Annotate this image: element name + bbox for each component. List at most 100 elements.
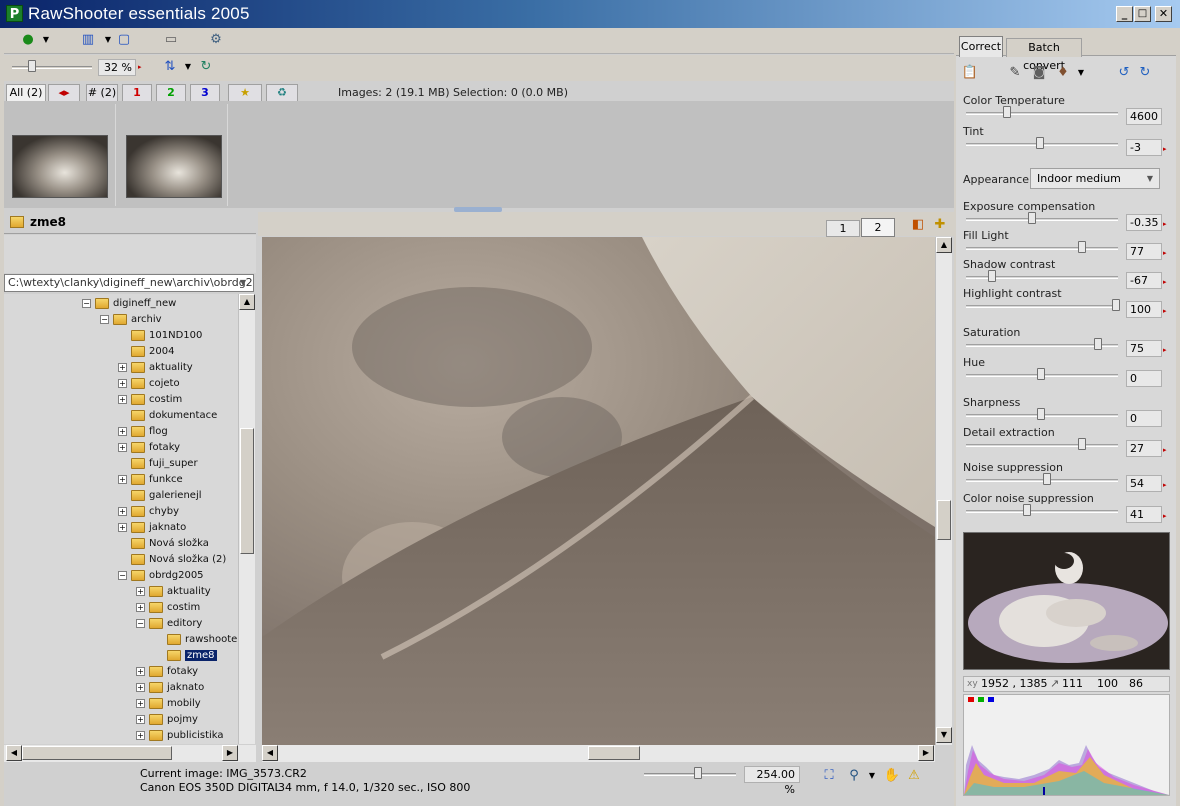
chevron-down-icon[interactable]: ▼ [178, 57, 198, 77]
layout-single-icon[interactable]: ▢ [114, 30, 134, 50]
slider-value[interactable]: -0.35 [1126, 214, 1162, 231]
tree-node[interactable]: + aktuality [118, 360, 193, 376]
tree-node[interactable]: 2004 [118, 344, 174, 360]
tree-node[interactable]: − archiv [100, 312, 162, 328]
settings-icon[interactable]: ⚙ [206, 30, 226, 50]
slider-value[interactable]: 0 [1126, 410, 1162, 427]
slider-value[interactable]: 0 [1126, 370, 1162, 387]
reset-arrow-icon[interactable]: ▸ [1163, 446, 1167, 454]
filter-tab-3[interactable]: 3 [190, 84, 220, 101]
warning-icon[interactable]: ⚠ [904, 766, 924, 786]
reset-arrow-icon[interactable]: ▸ [1163, 278, 1167, 286]
refresh-icon[interactable]: ↻ [196, 57, 216, 77]
expand-icon[interactable]: + [136, 698, 145, 708]
reset-arrow-icon[interactable]: ▸ [1163, 249, 1167, 257]
slider-value[interactable]: 41 [1126, 506, 1162, 523]
expand-icon[interactable]: + [136, 666, 145, 676]
zoom-value[interactable]: 32 % [98, 59, 136, 76]
slideshow-icon[interactable]: ▭ [161, 30, 181, 50]
blue-channel-toggle[interactable] [988, 697, 994, 702]
tree-node[interactable]: + jaknato [136, 680, 204, 696]
tree-node[interactable]: − digineff_new [82, 296, 176, 312]
tree-node[interactable]: 101ND100 [118, 328, 202, 344]
maximize-button[interactable]: □ [1134, 6, 1151, 22]
filter-tab-star[interactable]: ★ [228, 84, 262, 101]
sort-icon[interactable]: ⇅ [160, 57, 180, 77]
filter-tab-2[interactable]: 2 [156, 84, 186, 101]
filter-tab-numbered[interactable]: # (2) [86, 84, 118, 101]
expand-icon[interactable]: + [118, 394, 127, 404]
red-channel-toggle[interactable] [968, 697, 974, 702]
close-button[interactable]: ✕ [1155, 6, 1172, 22]
magnifier-icon[interactable]: ⚲ [844, 766, 864, 786]
tree-node[interactable]: + publicistika [136, 728, 224, 744]
zoom-slider-handle[interactable] [694, 767, 702, 779]
tree-node[interactable]: + costim [118, 392, 182, 408]
preview-horizontal-scrollbar[interactable]: ◀ ▶ [262, 745, 935, 762]
slider-value[interactable]: 27 [1126, 440, 1162, 457]
tree-node[interactable]: + chyby [118, 504, 179, 520]
slider-track[interactable] [966, 247, 1118, 250]
green-channel-toggle[interactable] [978, 697, 984, 702]
scroll-thumb[interactable] [588, 746, 640, 760]
scroll-up-button[interactable]: ▲ [936, 237, 952, 253]
expand-icon[interactable]: + [118, 362, 127, 372]
zoom-percent[interactable]: 254.00 % [744, 766, 800, 796]
slider-handle[interactable] [1037, 408, 1045, 420]
tree-node[interactable]: + funkce [118, 472, 183, 488]
slider-value[interactable]: 4600 [1126, 108, 1162, 125]
collapse-icon[interactable]: − [82, 298, 91, 308]
slider-track[interactable] [966, 112, 1118, 115]
expand-icon[interactable]: + [136, 602, 145, 612]
slider-handle[interactable] [1043, 473, 1051, 485]
expand-icon[interactable]: + [118, 506, 127, 516]
zoom-arrow-icon[interactable]: ▸ [138, 63, 142, 71]
chevron-down-icon[interactable]: ▼ [240, 278, 246, 287]
tree-node[interactable]: + costim [136, 600, 200, 616]
tree-node[interactable]: + aktuality [136, 584, 211, 600]
help-icon[interactable]: ● [18, 30, 38, 50]
tree-node[interactable]: zme8 [154, 648, 217, 664]
slider-handle[interactable] [1078, 438, 1086, 450]
collapse-icon[interactable]: − [100, 314, 109, 324]
tree-node[interactable]: + mobily [136, 696, 201, 712]
tree-node[interactable]: + fotaky [118, 440, 180, 456]
tree-node[interactable]: + fotaky [136, 664, 198, 680]
chevron-down-icon[interactable]: ▼ [1142, 171, 1158, 186]
slider-handle[interactable] [988, 270, 996, 282]
collapse-icon[interactable]: − [136, 618, 145, 628]
tree-node[interactable]: rawshoote [154, 632, 237, 648]
expand-icon[interactable]: + [118, 426, 127, 436]
view-tab-2[interactable]: 2 [861, 218, 895, 237]
expand-icon[interactable]: + [118, 522, 127, 532]
slider-handle[interactable] [1003, 106, 1011, 118]
thumbnail-image[interactable] [12, 135, 108, 198]
scroll-thumb[interactable] [22, 746, 172, 760]
rotate-left-icon[interactable]: ↺ [1114, 63, 1134, 83]
tree-node[interactable]: Nová složka [118, 536, 209, 552]
tab-correct[interactable]: Correct [959, 36, 1003, 57]
expand-icon[interactable]: + [118, 474, 127, 484]
slider-handle[interactable] [1078, 241, 1086, 253]
expand-icon[interactable]: + [136, 682, 145, 692]
tree-node[interactable]: dokumentace [118, 408, 217, 424]
tree-vertical-scrollbar[interactable]: ▲ [238, 294, 255, 744]
paste-icon[interactable]: 📋 [960, 63, 980, 83]
scroll-down-button[interactable]: ▼ [936, 727, 952, 743]
preview-image[interactable] [262, 237, 935, 745]
chevron-down-icon[interactable]: ▼ [862, 766, 882, 786]
filter-tab-1[interactable]: 1 [122, 84, 152, 101]
thumbnail-image[interactable] [126, 135, 222, 198]
add-folder-icon[interactable]: ✚ [930, 215, 950, 235]
expand-icon[interactable]: + [118, 378, 127, 388]
rotate-right-icon[interactable]: ↻ [1135, 63, 1155, 83]
reset-arrow-icon[interactable]: ▸ [1163, 481, 1167, 489]
brush-icon[interactable]: ♦ [1053, 63, 1073, 83]
tree-node[interactable]: − editory [136, 616, 202, 632]
filter-tab-flagged[interactable]: ◂▸ [48, 84, 80, 101]
tree-node[interactable]: Nová složka (2) [118, 552, 226, 568]
slider-handle[interactable] [1036, 137, 1044, 149]
filter-tab-recycle[interactable]: ♻ [266, 84, 298, 101]
slider-track[interactable] [966, 510, 1118, 513]
slider-track[interactable] [966, 479, 1118, 482]
